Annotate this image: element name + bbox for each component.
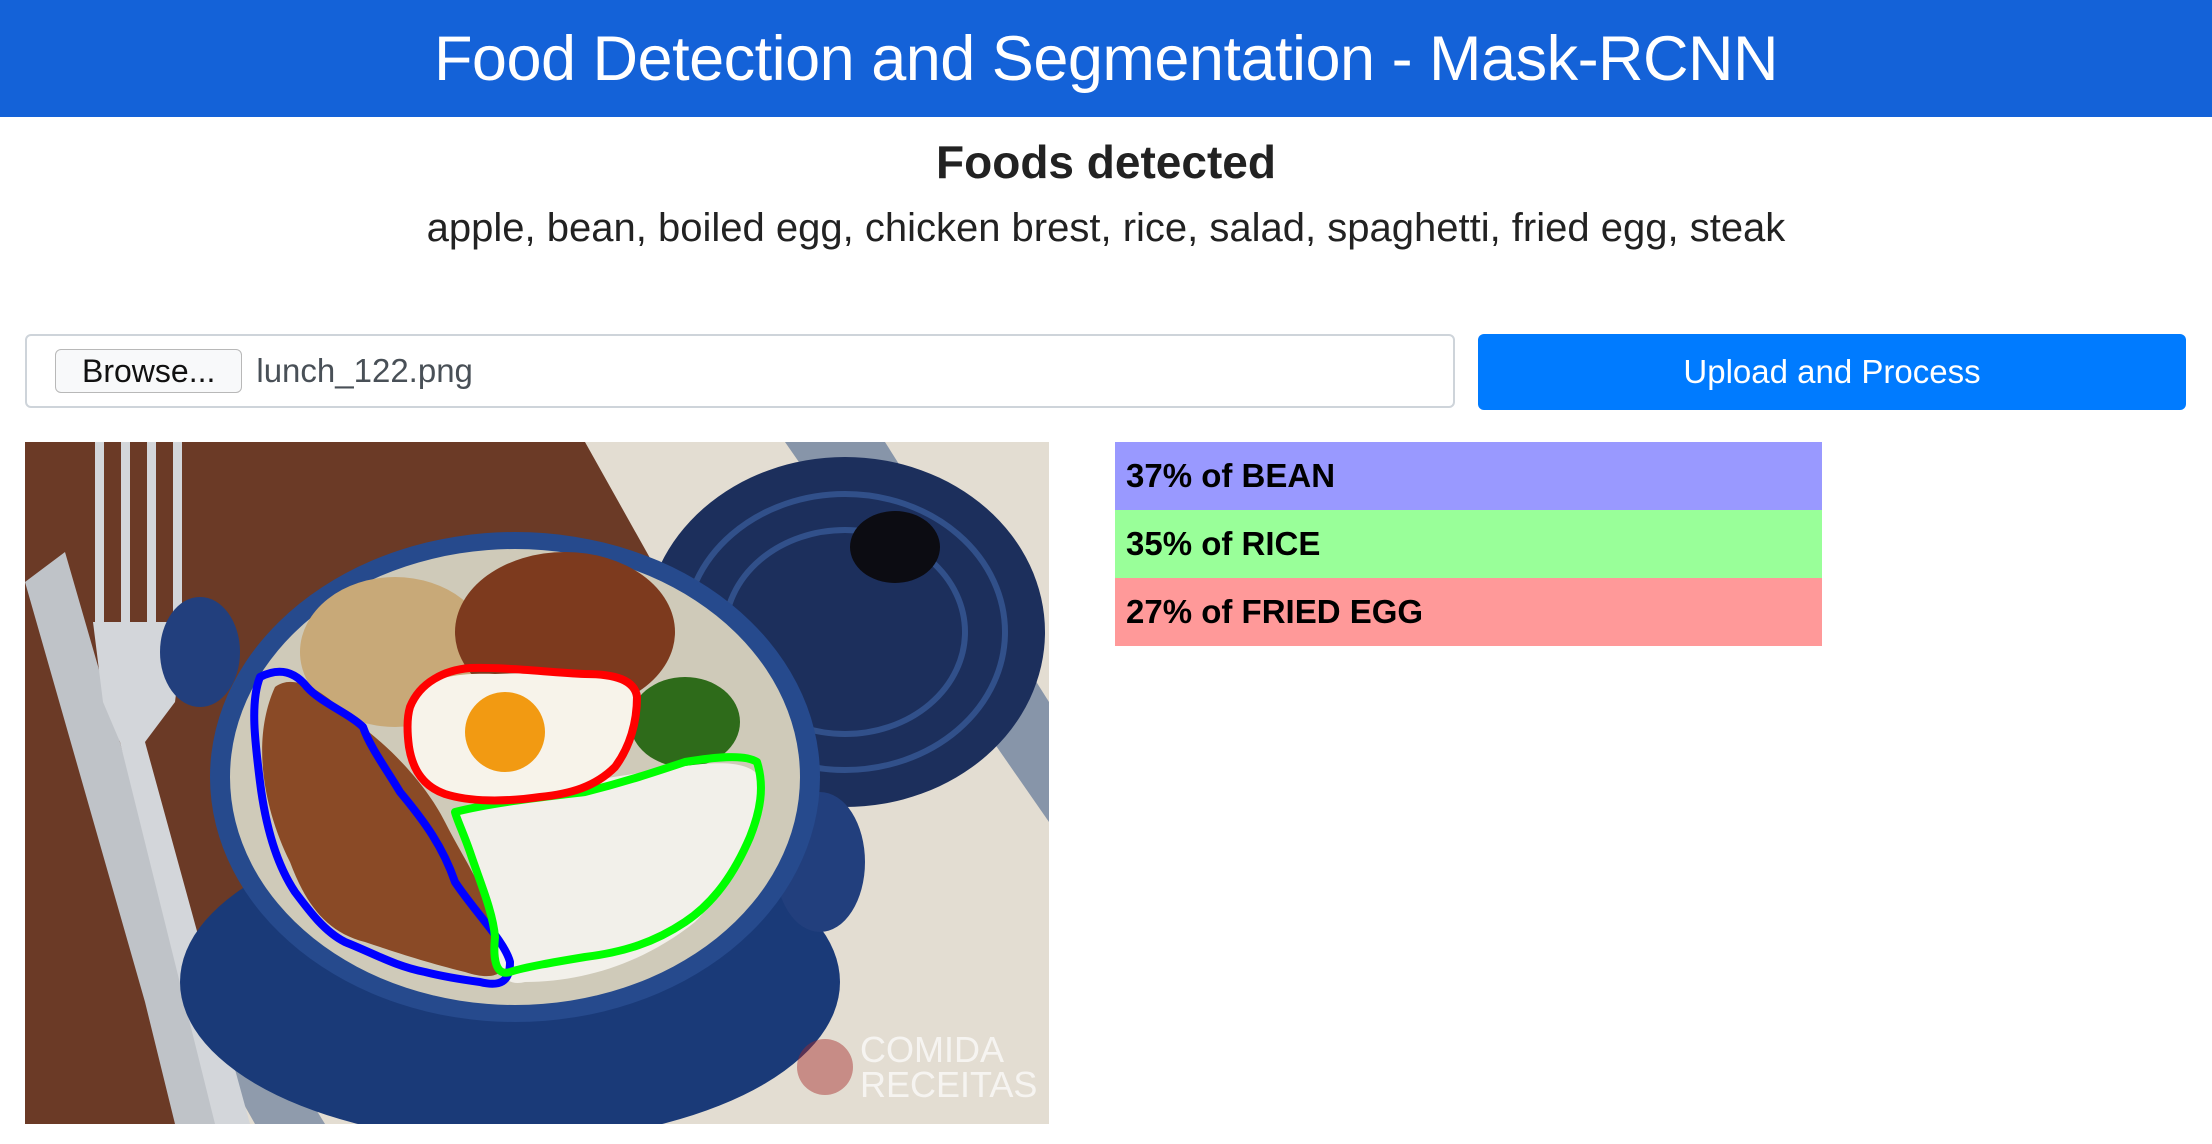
foods-detected-heading: Foods detected xyxy=(936,136,1276,188)
watermark-logo xyxy=(797,1039,853,1095)
watermark-text-line2: RECEITAS xyxy=(860,1064,1037,1105)
result-label: 35% of RICE xyxy=(1126,525,1321,562)
result-label: 27% of FRIED EGG xyxy=(1126,593,1424,630)
lid-knob xyxy=(850,511,940,583)
detection-results: 37% of BEAN 35% of RICE 27% of FRIED EGG xyxy=(1115,442,1822,646)
segmented-food-image: COMIDA RECEITAS xyxy=(25,442,1049,1124)
egg-yolk xyxy=(465,692,545,772)
app-header: Food Detection and Segmentation - Mask-R… xyxy=(0,0,2212,117)
browse-button[interactable]: Browse... xyxy=(55,349,243,393)
file-input[interactable]: Browse... lunch_122.png xyxy=(25,334,1455,408)
result-fried-egg: 27% of FRIED EGG xyxy=(1115,578,1822,646)
selected-file-name: lunch_122.png xyxy=(256,352,473,389)
result-label: 37% of BEAN xyxy=(1126,457,1336,494)
result-bean: 37% of BEAN xyxy=(1115,442,1822,510)
foods-detected-list: apple, bean, boiled egg, chicken brest, … xyxy=(426,206,1786,250)
food-photo: COMIDA RECEITAS xyxy=(25,442,1049,1124)
pot-handle-left xyxy=(160,597,240,707)
result-rice: 35% of RICE xyxy=(1115,510,1822,578)
upload-and-process-button[interactable]: Upload and Process xyxy=(1478,334,2186,410)
page-title: Food Detection and Segmentation - Mask-R… xyxy=(433,23,1779,94)
